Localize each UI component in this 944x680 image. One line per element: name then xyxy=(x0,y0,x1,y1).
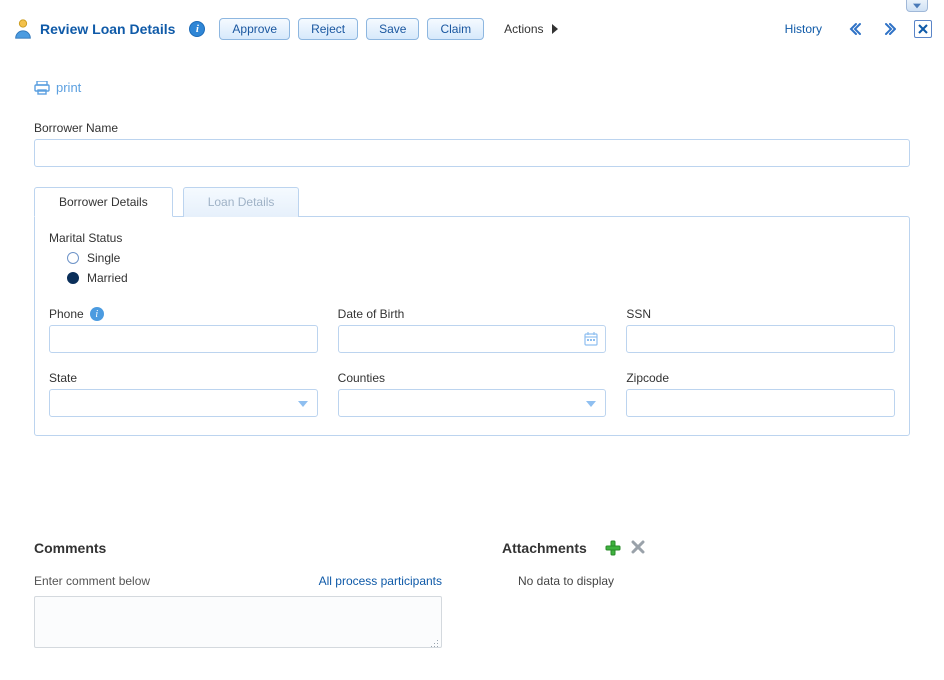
prev-button[interactable] xyxy=(846,20,864,38)
radio-icon xyxy=(67,272,79,284)
tab-borrower-details[interactable]: Borrower Details xyxy=(34,187,173,217)
next-button[interactable] xyxy=(880,20,898,38)
tab-panel-borrower: Marital Status Single Married Phone i xyxy=(34,216,910,436)
phone-input[interactable] xyxy=(49,325,318,353)
borrower-name-input[interactable] xyxy=(34,139,910,167)
comments-heading: Comments xyxy=(34,540,442,556)
claim-button[interactable]: Claim xyxy=(427,18,484,40)
print-label: print xyxy=(56,80,81,95)
reject-button[interactable]: Reject xyxy=(298,18,358,40)
chevron-down-icon xyxy=(298,396,308,410)
zipcode-label: Zipcode xyxy=(626,371,895,385)
actions-label: Actions xyxy=(504,22,543,36)
add-attachment-button[interactable] xyxy=(605,540,621,556)
radio-icon xyxy=(67,252,79,264)
comments-prompt: Enter comment below xyxy=(34,574,150,588)
attachments-heading: Attachments xyxy=(502,540,587,556)
approve-button[interactable]: Approve xyxy=(219,18,290,40)
toolbar: Review Loan Details i Approve Reject Sav… xyxy=(0,12,944,46)
radio-married-label: Married xyxy=(87,271,128,285)
comment-textarea[interactable] xyxy=(34,596,442,648)
dob-input[interactable] xyxy=(338,325,607,353)
borrower-name-label: Borrower Name xyxy=(34,121,910,135)
zipcode-input[interactable] xyxy=(626,389,895,417)
dob-label: Date of Birth xyxy=(338,307,607,321)
state-label: State xyxy=(49,371,318,385)
radio-single-label: Single xyxy=(87,251,120,265)
counties-label: Counties xyxy=(338,371,607,385)
marital-status-label: Marital Status xyxy=(49,231,895,245)
comments-section: Comments Enter comment below All process… xyxy=(34,540,442,651)
radio-single[interactable]: Single xyxy=(67,251,895,265)
radio-married[interactable]: Married xyxy=(67,271,895,285)
tab-loan-details[interactable]: Loan Details xyxy=(183,187,300,217)
actions-menu[interactable]: Actions xyxy=(504,22,557,36)
history-link[interactable]: History xyxy=(785,22,822,36)
attachments-empty: No data to display xyxy=(502,574,910,588)
print-link[interactable]: print xyxy=(34,80,910,95)
window-collapse-handle[interactable] xyxy=(906,0,928,12)
person-icon xyxy=(12,18,34,40)
ssn-input[interactable] xyxy=(626,325,895,353)
save-button[interactable]: Save xyxy=(366,18,419,40)
state-select[interactable] xyxy=(49,389,318,417)
info-icon[interactable]: i xyxy=(90,307,104,321)
tabs: Borrower Details Loan Details xyxy=(34,187,910,217)
info-icon[interactable]: i xyxy=(189,21,205,37)
print-icon xyxy=(34,81,50,95)
attachments-section: Attachments No data to display xyxy=(502,540,910,651)
participants-link[interactable]: All process participants xyxy=(319,574,442,588)
phone-label: Phone i xyxy=(49,307,318,321)
close-button[interactable] xyxy=(914,20,932,38)
ssn-label: SSN xyxy=(626,307,895,321)
chevron-right-icon xyxy=(552,24,558,34)
chevron-down-icon xyxy=(586,396,596,410)
counties-select[interactable] xyxy=(338,389,607,417)
delete-attachment-button[interactable] xyxy=(631,540,647,556)
page-title: Review Loan Details xyxy=(40,21,175,37)
